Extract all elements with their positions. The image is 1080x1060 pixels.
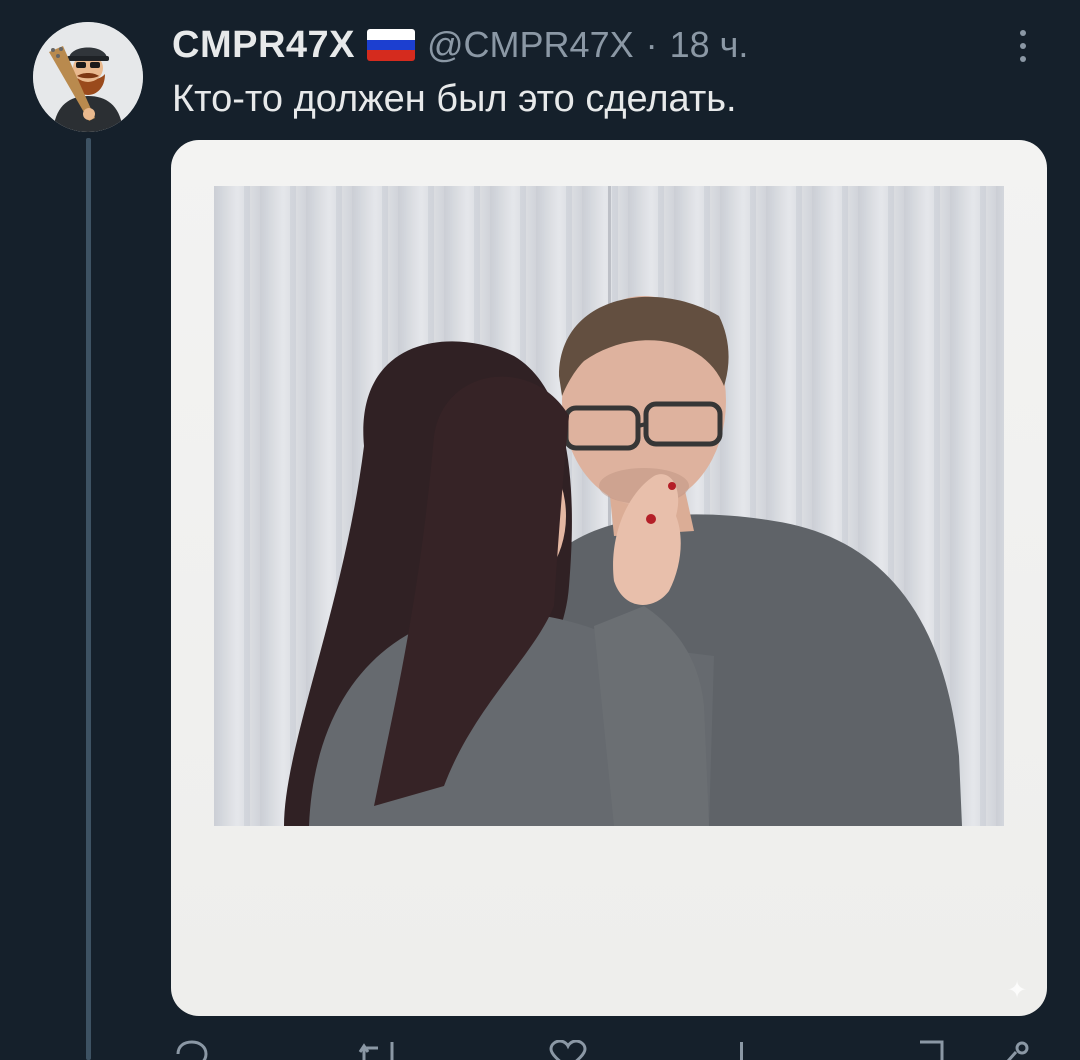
sparkle-icon: ✦	[1007, 977, 1028, 1004]
tweet-media[interactable]: ✦	[171, 140, 1047, 1016]
heart-icon	[549, 1040, 587, 1060]
more-options-button[interactable]	[1008, 26, 1038, 66]
avatar[interactable]	[33, 22, 143, 132]
tweet-actions	[172, 1040, 1048, 1060]
couple-photo-image	[214, 186, 1004, 826]
retweet-icon	[358, 1042, 394, 1060]
like-button[interactable]	[548, 1040, 588, 1060]
share-icon	[1006, 1041, 1029, 1060]
thread-line	[86, 138, 91, 1060]
share-button[interactable]	[996, 1040, 1030, 1060]
more-vertical-icon	[1020, 30, 1026, 36]
bookmark-button[interactable]	[916, 1040, 946, 1060]
bookmark-icon	[920, 1040, 944, 1060]
separator-dot: ·	[645, 24, 658, 65]
retweet-button[interactable]	[358, 1040, 398, 1060]
polaroid-photo	[214, 186, 1004, 826]
views-button[interactable]	[732, 1040, 752, 1060]
reply-icon	[176, 1040, 208, 1060]
views-icon	[740, 1042, 743, 1060]
user-handle[interactable]: @CMPR47X	[427, 24, 634, 66]
display-name[interactable]: CMPR47X	[172, 24, 355, 67]
russia-flag-icon	[367, 29, 415, 61]
tweet[interactable]: CMPR47X @CMPR47X · 18 ч. Кто-то должен б…	[0, 0, 1080, 1060]
reply-button[interactable]	[174, 1040, 210, 1060]
timestamp[interactable]: 18 ч.	[670, 24, 749, 66]
tweet-header: CMPR47X @CMPR47X · 18 ч.	[172, 20, 748, 70]
tweet-text: Кто-то должен был это сделать.	[172, 78, 737, 120]
avatar-image	[33, 22, 143, 132]
